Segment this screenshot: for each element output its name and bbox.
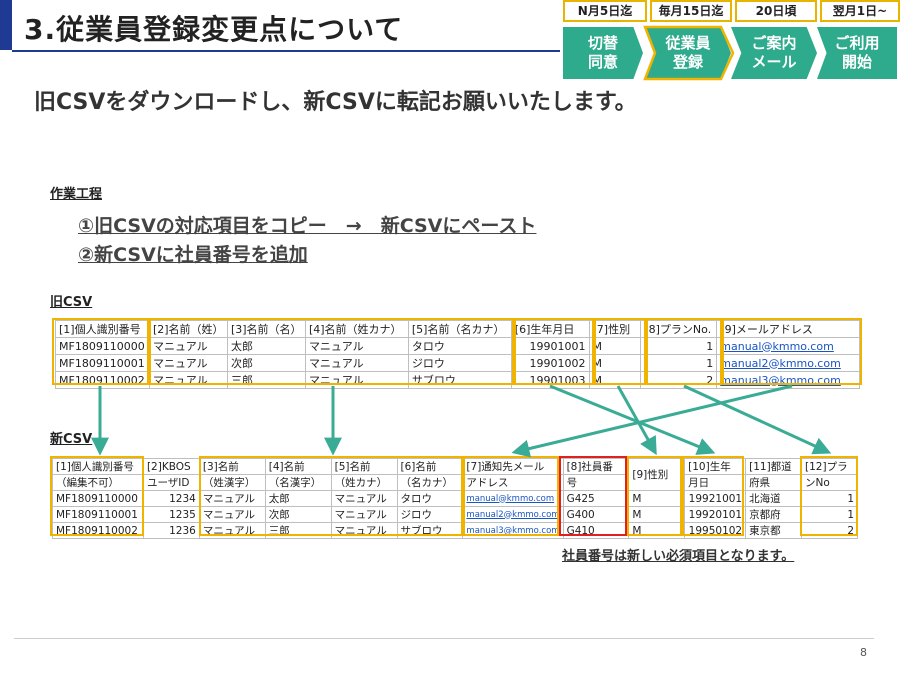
arrow-birth	[549, 384, 716, 455]
mapping-arrows	[91, 384, 832, 458]
arrow-email	[511, 384, 793, 458]
page-number: 8	[860, 646, 867, 659]
footer-divider	[14, 638, 874, 639]
required-field-note: 社員番号は新しい必須項目となります。	[562, 549, 795, 564]
